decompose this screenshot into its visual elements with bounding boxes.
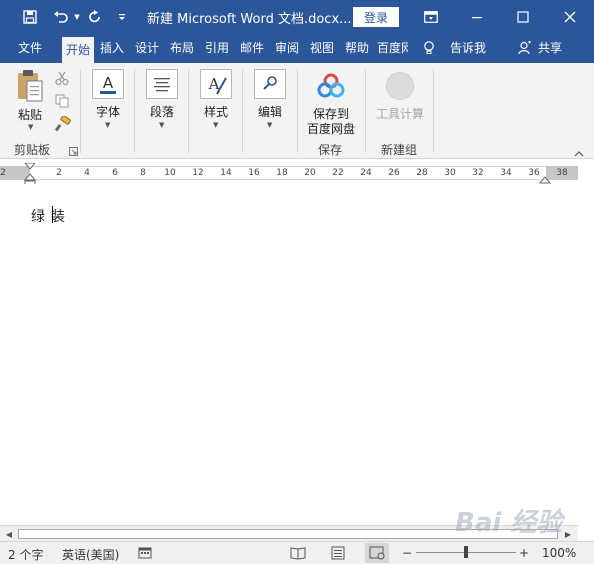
tell-me-search[interactable]: 告诉我 [446,34,490,63]
title-bar: ▼ 新建 Microsoft Word 文档.docx... 登录 [0,0,594,34]
font-label[interactable]: 字体 [96,103,120,120]
window-title: 新建 Microsoft Word 文档.docx... [147,12,352,27]
tab-insert[interactable]: 插入 [96,34,128,63]
document-text[interactable]: 绿装 [31,206,71,226]
ruler-tick-label: 28 [416,168,428,178]
watermark: Bai 经验 [455,508,563,538]
tab-mailings[interactable]: 邮件 [236,34,268,63]
styles-label[interactable]: 样式 [204,103,228,120]
paste-label[interactable]: 粘贴 [18,106,42,123]
styles-dropdown-icon[interactable]: ▼ [213,121,218,129]
tab-file[interactable]: 文件 [10,34,50,63]
svg-text:A: A [208,75,220,93]
share-person-icon[interactable] [516,34,534,63]
tab-design[interactable]: 设计 [131,34,163,63]
ribbon-tab-bar: 文件 开始 插入 设计 布局 引用 邮件 审阅 视图 帮助 百度网 告诉我 共享 [0,34,594,63]
ruler-tick-label: 32 [472,168,484,178]
dialog-launcher-icon[interactable] [69,145,78,156]
ruler-tick-label: 22 [332,168,344,178]
scroll-left-icon[interactable]: ◀ [1,526,17,542]
paste-icon[interactable] [14,69,46,105]
word-count[interactable]: 2 个字 [8,546,43,563]
paste-dropdown-icon[interactable]: ▼ [28,123,33,131]
ruler-tick-label: 20 [304,168,316,178]
zoom-slider-thumb[interactable] [464,546,468,558]
tab-references[interactable]: 引用 [201,34,233,63]
ruler-tick-label: 16 [248,168,260,178]
tab-help[interactable]: 帮助 [341,34,373,63]
save-icon[interactable] [18,0,42,34]
horizontal-ruler[interactable]: 2 2 4 6 8 10 12 14 16 18 20 22 24 26 28 … [0,162,594,189]
zoom-out-button[interactable]: − [402,546,412,560]
paragraph-icon[interactable] [146,69,178,99]
status-bar: 2 个字 英语(美国) − + 100% [0,541,594,564]
share-button[interactable]: 共享 [535,34,565,63]
indent-marker-icon[interactable] [23,162,37,189]
macro-recording-icon[interactable] [138,546,152,559]
copy-icon[interactable] [55,94,69,108]
redo-icon[interactable] [84,0,106,34]
tab-review[interactable]: 审阅 [271,34,303,63]
maximize-icon[interactable] [500,0,546,34]
editing-search-icon[interactable] [254,69,286,99]
ribbon-display-options-icon[interactable] [408,0,454,34]
lightbulb-icon[interactable] [420,34,438,63]
svg-text:A: A [103,74,114,92]
format-painter-icon[interactable] [54,115,71,132]
baidu-netdisk-icon[interactable] [316,73,346,99]
document-page[interactable]: 绿装 [0,184,594,525]
ribbon-home: 粘贴 ▼ 剪贴板 A 字体 ▼ 段落 ▼ A 样式 ▼ 编辑 ▼ 保存到 百度网… [0,63,594,159]
tab-baidu-netdisk[interactable]: 百度网 [377,34,408,63]
read-mode-icon[interactable] [290,546,306,560]
paragraph-label[interactable]: 段落 [150,103,174,120]
login-button[interactable]: 登录 [353,7,399,27]
ruler-tick-label: 8 [140,168,146,178]
ruler-tick-label: 2 [0,168,6,178]
ruler-tick-label: 36 [528,168,540,178]
customize-qat-icon[interactable] [114,0,130,34]
undo-dropdown-icon[interactable]: ▼ [72,0,82,34]
tool-calc-label: 工具计算 [376,107,425,121]
zoom-level[interactable]: 100% [542,546,576,560]
font-dropdown-icon[interactable]: ▼ [105,121,110,129]
web-layout-icon[interactable] [365,543,389,563]
font-icon[interactable]: A [92,69,124,99]
paragraph-dropdown-icon[interactable]: ▼ [159,121,164,129]
tab-layout[interactable]: 布局 [166,34,198,63]
ruler-tick-label: 18 [276,168,288,178]
ruler-tick-label: 26 [388,168,400,178]
ruler-tick-label: 34 [500,168,512,178]
right-indent-marker-icon[interactable] [538,173,552,184]
tool-calc-icon [386,72,414,100]
ruler-tick-label: 38 [556,168,568,178]
ruler-tick-label: 10 [164,168,176,178]
scroll-right-icon[interactable]: ▶ [560,526,576,542]
editing-label[interactable]: 编辑 [258,103,282,120]
cut-icon[interactable] [55,71,69,86]
print-layout-icon[interactable] [330,546,346,560]
minimize-icon[interactable] [454,0,500,34]
ruler-tick-label: 12 [192,168,204,178]
editing-dropdown-icon[interactable]: ▼ [267,121,272,129]
zoom-in-button[interactable]: + [519,546,529,560]
tab-home[interactable]: 开始 [62,37,94,63]
ruler-tick-label: 14 [220,168,232,178]
text-cursor [52,206,53,223]
ruler-tick-label: 24 [360,168,372,178]
tab-view[interactable]: 视图 [306,34,338,63]
collapse-ribbon-icon[interactable] [574,147,584,157]
ruler-tick-label: 4 [84,168,90,178]
new-group-label: 新建组 [381,143,418,157]
undo-icon[interactable] [50,0,72,34]
save-group-label: 保存 [318,143,343,157]
ruler-tick-label: 2 [56,168,62,178]
clipboard-group-label: 剪贴板 [14,143,51,157]
close-icon[interactable] [546,0,594,34]
save-to-baidu-line2[interactable]: 百度网盘 [307,120,355,137]
ruler-tick-label: 6 [112,168,118,178]
ruler-tick-label: 30 [444,168,456,178]
styles-icon[interactable]: A [200,69,232,99]
language-indicator[interactable]: 英语(美国) [62,546,119,563]
